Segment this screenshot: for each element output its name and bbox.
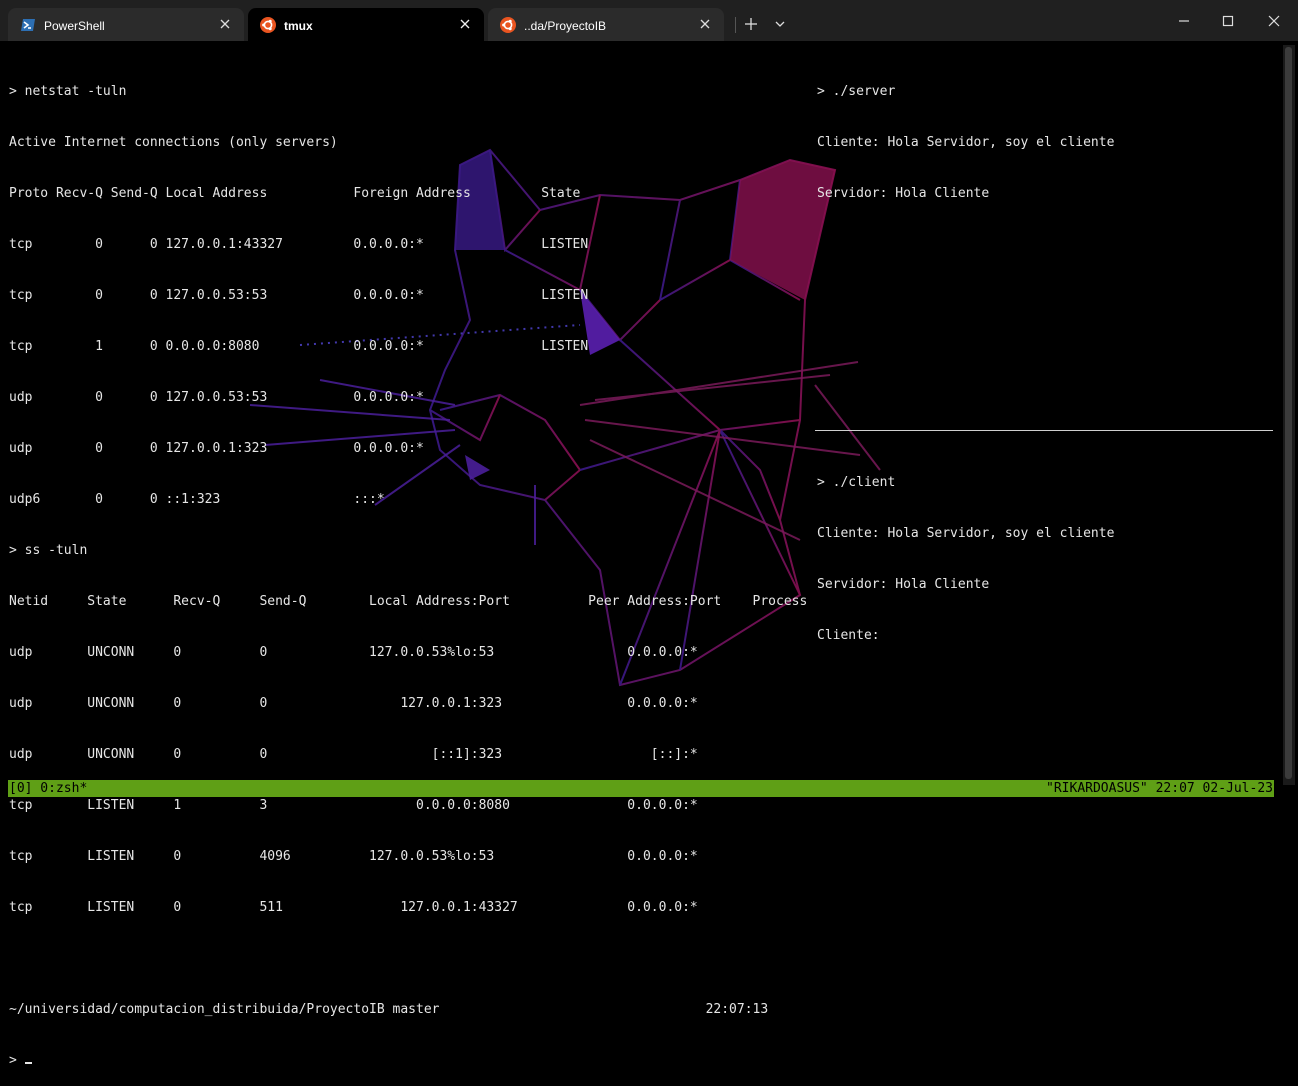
prompt-text: > [9, 1053, 25, 1068]
window-list[interactable]: [0] 0:zsh* [9, 780, 87, 797]
close-tab-icon[interactable] [696, 15, 714, 33]
terminal-line: Cliente: [817, 628, 880, 643]
tmux-pane-shell[interactable]: > netstat -tuln Active Internet connecti… [9, 49, 807, 1086]
terminal-line: > ./client [817, 475, 896, 490]
terminal-line: > ss -tuln [9, 543, 88, 558]
tab-proyectoib[interactable]: ..da/ProyectoIB [488, 8, 724, 41]
prompt-line[interactable]: > [9, 1052, 807, 1069]
close-tab-icon[interactable] [456, 15, 474, 33]
text-cursor [24, 1062, 32, 1064]
terminal-line: udp UNCONN 0 0 127.0.0.53%lo:53 0.0.0.0:… [9, 645, 698, 660]
tab-label: ..da/ProyectoIB [524, 19, 607, 33]
window-title-bar: PowerShell tmux ..da/ProyectoIB [0, 0, 1298, 41]
tmux-status-bar: [0] 0:zsh* "RIKARDOASUS" 22:07 02-Jul-23 [8, 780, 1274, 797]
terminal-line: Active Internet connections (only server… [9, 135, 338, 150]
tab-powershell[interactable]: PowerShell [8, 8, 244, 41]
terminal-line: tcp LISTEN 0 511 127.0.0.1:43327 0.0.0.0… [9, 900, 698, 915]
terminal-line: Proto Recv-Q Send-Q Local Address Foreig… [9, 186, 581, 201]
host-datetime: "RIKARDOASUS" 22:07 02-Jul-23 [1046, 781, 1273, 796]
pane-divider[interactable] [815, 430, 1273, 431]
ubuntu-icon [260, 17, 276, 33]
terminal-line: Cliente: Hola Servidor, soy el cliente [817, 526, 1115, 541]
minimize-icon[interactable] [1171, 8, 1197, 34]
terminal-line: tcp 0 0 127.0.0.53:53 0.0.0.0:* LISTEN [9, 288, 589, 303]
chevron-down-icon[interactable] [767, 11, 793, 37]
tmux-pane-client[interactable]: > ./client Cliente: Hola Servidor, soy e… [817, 440, 1114, 661]
tab-tmux[interactable]: tmux [248, 8, 484, 41]
terminal-line: udp 0 0 127.0.0.53:53 0.0.0.0:* [9, 390, 424, 405]
close-tab-icon[interactable] [216, 15, 234, 33]
tab-label: tmux [284, 19, 313, 33]
terminal-line: > ./server [817, 84, 896, 99]
close-window-icon[interactable] [1261, 8, 1287, 34]
terminal-line: tcp LISTEN 0 4096 127.0.0.53%lo:53 0.0.0… [9, 849, 698, 864]
powershell-icon [21, 19, 35, 31]
scrollbar-thumb[interactable] [1285, 47, 1292, 779]
tab-label: PowerShell [44, 19, 105, 33]
terminal-line: udp 0 0 127.0.0.1:323 0.0.0.0:* [9, 441, 424, 456]
terminal-line: udp UNCONN 0 0 127.0.0.1:323 0.0.0.0:* [9, 696, 698, 711]
terminal-line: Cliente: Hola Servidor, soy el cliente [817, 135, 1115, 150]
terminal-line: Servidor: Hola Cliente [817, 577, 990, 592]
tab-divider [735, 17, 736, 33]
ubuntu-icon [500, 17, 516, 33]
new-tab-icon[interactable] [738, 11, 764, 37]
terminal-line: tcp 0 0 127.0.0.1:43327 0.0.0.0:* LISTEN [9, 237, 589, 252]
tmux-pane-server[interactable]: > ./server Cliente: Hola Servidor, soy e… [817, 49, 1114, 219]
terminal-line: tcp 1 0 0.0.0.0:8080 0.0.0.0:* LISTEN [9, 339, 589, 354]
maximize-icon[interactable] [1215, 8, 1241, 34]
terminal-line: udp UNCONN 0 0 [::1]:323 [::]:* [9, 747, 698, 762]
prompt-path-line: ~/universidad/computacion_distribuida/Pr… [9, 1002, 769, 1017]
terminal-line: udp6 0 0 ::1:323 :::* [9, 492, 385, 507]
terminal-line: Servidor: Hola Cliente [817, 186, 990, 201]
terminal-line: > netstat -tuln [9, 84, 127, 99]
terminal-line: Netid State Recv-Q Send-Q Local Address:… [9, 594, 808, 609]
